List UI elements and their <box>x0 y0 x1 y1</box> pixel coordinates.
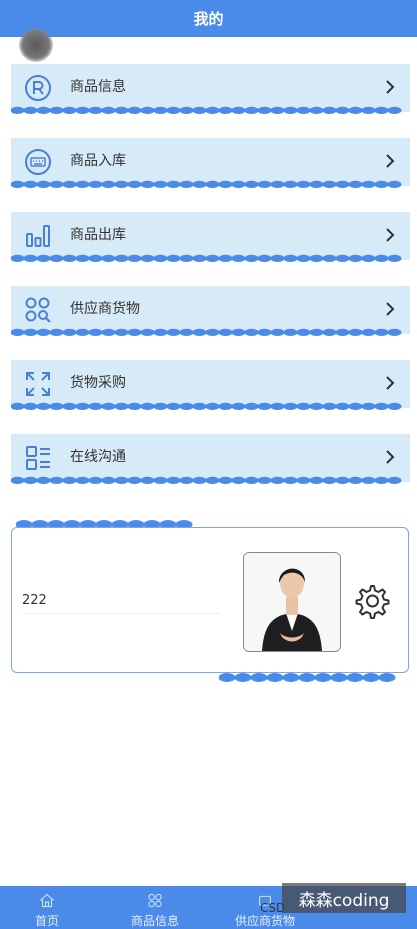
expand-arrows-icon <box>26 372 50 396</box>
menu-item-label: 供应商货物 <box>70 301 140 317</box>
menu-item-label: 货物采购 <box>70 375 126 391</box>
menu-item-online-chat[interactable]: 在线沟通 <box>11 434 410 484</box>
top-bar: 我的 <box>0 0 417 37</box>
grid-circles-icon <box>148 893 162 908</box>
tab-goods-info[interactable]: 商品信息 <box>124 886 186 929</box>
value-underline <box>22 613 220 614</box>
wave-border <box>11 476 402 484</box>
chevron-right-icon <box>386 450 395 464</box>
watermark-box: 森森coding <box>282 883 406 913</box>
menu-item-label: 商品出库 <box>70 227 126 243</box>
menu-item-label: 商品入库 <box>70 153 126 169</box>
chevron-right-icon <box>386 154 395 168</box>
grid-search-icon <box>25 297 51 323</box>
menu-item-goods-info[interactable]: 商品信息 <box>11 64 410 114</box>
menu-item-supplier-goods[interactable]: 供应商货物 <box>11 286 410 336</box>
chevron-right-icon <box>386 302 395 316</box>
profile-card: 222 <box>11 527 409 673</box>
keyboard-icon <box>25 149 51 175</box>
wave-border <box>11 180 402 188</box>
wave-border <box>11 402 402 410</box>
registered-icon <box>25 75 51 101</box>
avatar-photo <box>244 553 340 651</box>
card-wave-bottom <box>219 673 396 682</box>
chevron-right-icon <box>386 228 395 242</box>
gear-icon[interactable] <box>352 582 390 620</box>
menu-item-label: 商品信息 <box>70 79 126 95</box>
bar-chart-icon <box>26 225 50 247</box>
tab-label: 首页 <box>34 914 59 928</box>
wave-border <box>11 254 402 262</box>
menu-item-label: 在线沟通 <box>70 449 126 465</box>
floating-dot-button[interactable] <box>19 28 53 62</box>
menu-item-goods-out[interactable]: 商品出库 <box>11 212 410 262</box>
menu-item-goods-purchase[interactable]: 货物采购 <box>11 360 410 410</box>
watermark: CSD 森森coding <box>260 883 406 915</box>
chevron-right-icon <box>386 376 395 390</box>
avatar[interactable] <box>243 552 341 652</box>
page-title: 我的 <box>193 10 224 28</box>
tab-home[interactable]: 首页 <box>24 886 70 929</box>
tab-label: 商品信息 <box>130 914 179 928</box>
chevron-right-icon <box>386 80 395 94</box>
list-icon <box>26 446 50 470</box>
menu-item-goods-in[interactable]: 商品入库 <box>11 138 410 188</box>
profile-value: 222 <box>22 593 47 608</box>
wave-border <box>11 328 402 336</box>
home-icon <box>39 893 55 908</box>
wave-border <box>11 106 402 114</box>
